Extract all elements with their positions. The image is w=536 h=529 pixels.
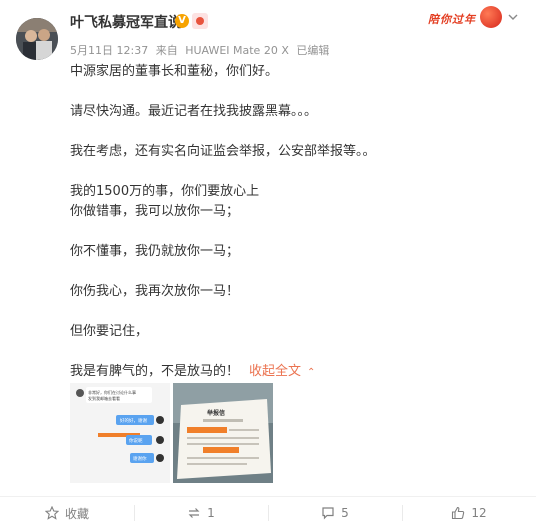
- post-line: 我在考虑，还有实名向证监会举报，公安部举报等。。: [70, 144, 376, 159]
- document-photo-graphic: 举报信: [173, 383, 273, 483]
- chevron-down-icon[interactable]: [508, 12, 518, 22]
- post-line: 我是有脾气的，不是放马的！: [70, 364, 240, 379]
- weibo-post-card: 叶飞私募冠军直说 V 陪你过年 5月11日 12:37 来自 HUAWEI Ma…: [0, 0, 536, 528]
- post-date[interactable]: 5月11日 12:37: [70, 44, 148, 57]
- repost-button[interactable]: 1: [134, 497, 268, 529]
- post-line: 我的1500万的事，你们要放心上: [70, 184, 260, 199]
- post-line: 但你要记住，: [70, 324, 149, 339]
- action-bar: 收藏 1 5 12: [0, 496, 536, 529]
- post-last-line: 我是有脾气的，不是放马的！ 收起全文 ⌃: [70, 362, 510, 383]
- favorite-label: 收藏: [64, 506, 89, 521]
- chat-bubble-1: 好的好，谢谢: [120, 417, 147, 424]
- post-image-chat-screenshot[interactable]: 非常好，你们在讨论什么事 发到我邮箱去看看 好的好，谢谢 你说呢 谢谢你: [70, 383, 170, 483]
- chat-line-1: 非常好，你们在讨论什么事: [88, 389, 136, 395]
- chevron-up-icon[interactable]: ⌃: [307, 367, 315, 378]
- comment-count: 5: [341, 506, 349, 520]
- post-line: 你伤我心，我再次放你一马！: [70, 284, 240, 299]
- lantern-icon: [480, 6, 502, 28]
- post-line: 你不懂事，我仍就放你一马；: [70, 244, 240, 259]
- like-button[interactable]: 12: [402, 497, 536, 529]
- member-badge-icon: [192, 13, 208, 29]
- chat-screenshot-graphic: 非常好，你们在讨论什么事 发到我邮箱去看看 好的好，谢谢 你说呢 谢谢你: [70, 383, 170, 483]
- like-count: 12: [471, 506, 487, 520]
- comment-icon: [322, 507, 334, 520]
- avatar-photo: [16, 18, 58, 60]
- repost-icon: [188, 508, 200, 518]
- document-title: 举报信: [206, 409, 225, 417]
- chat-line-2: 发到我邮箱去看看: [88, 395, 120, 401]
- avatar[interactable]: [16, 18, 58, 60]
- device-name: HUAWEI Mate 20 X: [185, 44, 289, 57]
- post-line: 你做错事，我可以放你一马；: [70, 204, 240, 219]
- festive-banner[interactable]: 陪你过年: [428, 6, 502, 30]
- post-meta: 5月11日 12:37 来自 HUAWEI Mate 20 X 已编辑: [70, 42, 333, 58]
- repost-count: 1: [207, 506, 215, 520]
- chat-bubble-2: 你说呢: [129, 437, 143, 444]
- thumbs-up-icon: [452, 506, 465, 520]
- chat-bubble-3: 谢谢你: [133, 455, 147, 462]
- post-line: 中源家居的董事长和董秘，你们好。: [70, 64, 279, 79]
- comment-button[interactable]: 5: [268, 497, 402, 529]
- favorite-button[interactable]: 收藏: [0, 497, 134, 529]
- post-line: 请尽快沟通。最近记者在找我披露黑幕。。。: [70, 104, 318, 119]
- favorite-icon: [44, 506, 59, 520]
- verified-badge-icon: V: [175, 14, 189, 28]
- username[interactable]: 叶飞私募冠军直说: [70, 12, 182, 32]
- post-image-document-photo[interactable]: 举报信: [173, 383, 273, 483]
- edited-label[interactable]: 已编辑: [296, 44, 329, 57]
- collapse-text-link[interactable]: 收起全文: [249, 364, 301, 379]
- source-prefix: 来自: [155, 44, 178, 57]
- post-body: 中源家居的董事长和董秘，你们好。 请尽快沟通。最近记者在找我披露黑幕。。。 我在…: [70, 62, 510, 383]
- festive-label: 陪你过年: [428, 13, 476, 26]
